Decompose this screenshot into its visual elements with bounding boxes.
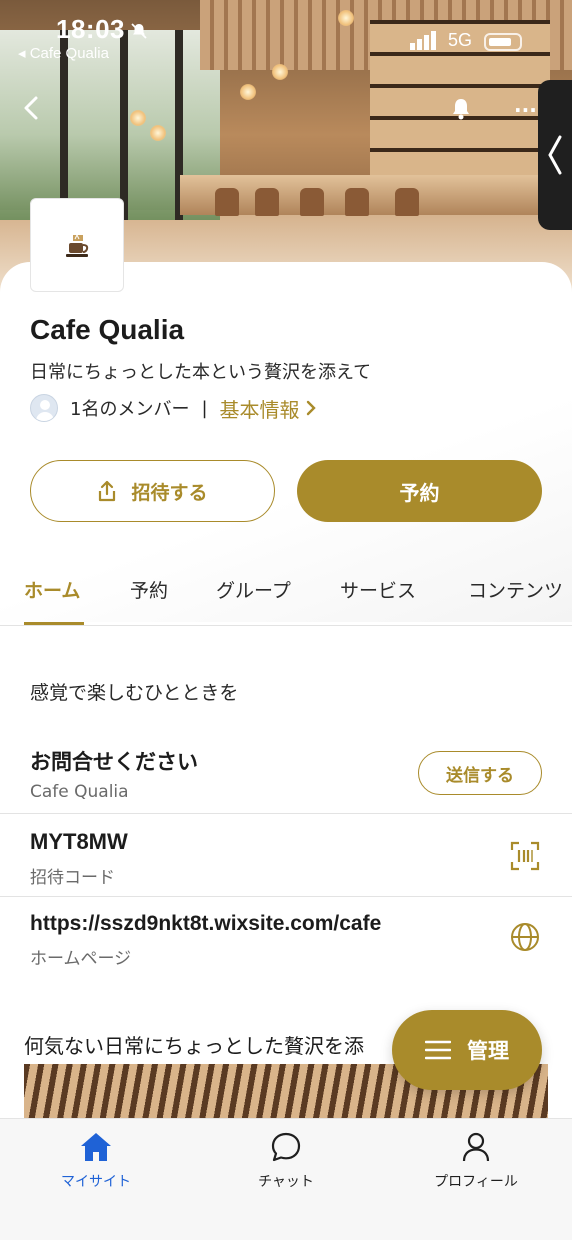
status-time: 18:03 (56, 14, 125, 44)
manage-label: 管理 (467, 1039, 509, 1063)
network-label: 5G (448, 30, 473, 50)
more-options-icon[interactable]: ··· (514, 100, 538, 120)
signal-icon (410, 31, 436, 50)
avatar (30, 394, 58, 422)
tab-contents[interactable]: コンテンツ (468, 576, 563, 603)
invite-code-label: 招待コード (30, 868, 115, 888)
nav-chat-label: チャット (258, 1174, 314, 1190)
back-arrow-icon[interactable] (18, 94, 46, 122)
send-label: 送信する (446, 765, 514, 786)
tab-services[interactable]: サービス (340, 576, 416, 603)
reserve-button[interactable]: 予約 (297, 460, 542, 522)
battery-icon (484, 33, 522, 51)
tab-home[interactable]: ホーム (24, 576, 80, 603)
nav-profile-label: プロフィール (434, 1174, 518, 1190)
member-row: 1名のメンバー | 基本情報 (30, 392, 316, 424)
homepage-label: ホームページ (30, 949, 132, 969)
basic-info-link[interactable]: 基本情報 (220, 394, 316, 423)
tab-group[interactable]: グループ (216, 576, 291, 603)
site-logo (30, 198, 124, 292)
globe-icon[interactable] (510, 922, 540, 952)
chevron-right-icon (306, 400, 316, 416)
post-heading: 何気ない日常にちょっとした贅沢を添 (24, 1034, 364, 1058)
invite-code-value: MYT8MW (30, 829, 128, 854)
reserve-label: 予約 (399, 480, 440, 505)
contact-title: お問合せください (30, 750, 198, 774)
share-icon (99, 480, 116, 502)
bottom-navigation: マイサイト チャット プロフィール (0, 1118, 572, 1240)
person-icon (462, 1132, 490, 1162)
contact-row: お問合せください Cafe Qualia 送信する (0, 730, 572, 814)
site-title: Cafe Qualia (30, 314, 185, 345)
tab-reservation[interactable]: 予約 (130, 576, 168, 603)
contact-subtitle: Cafe Qualia (30, 782, 129, 802)
bell-icon[interactable] (448, 96, 474, 122)
homepage-url[interactable]: https://sszd9nkt8t.wixsite.com/cafe (30, 912, 381, 936)
bell-off-icon (131, 23, 147, 39)
barcode-scan-icon[interactable] (510, 841, 540, 871)
site-tagline: 日常にちょっとした本という贅沢を添えて (30, 362, 372, 383)
chevron-left-icon (548, 135, 562, 175)
section-heading: 感覚で楽しむひとときを (30, 682, 239, 704)
chat-icon (271, 1132, 301, 1162)
nav-profile[interactable]: プロフィール (406, 1131, 546, 1191)
separator: | (201, 397, 208, 419)
active-tab-indicator (24, 622, 84, 625)
nav-my-site[interactable]: マイサイト (26, 1131, 166, 1191)
member-count[interactable]: 1名のメンバー (70, 395, 189, 421)
invite-label: 招待する (131, 481, 208, 504)
back-to-app-link[interactable]: ◂ Cafe Qualia (18, 44, 109, 62)
homepage-row[interactable]: https://sszd9nkt8t.wixsite.com/cafe ホームペ… (0, 898, 572, 980)
invite-button[interactable]: 招待する (30, 460, 275, 522)
home-icon (81, 1133, 111, 1161)
invite-code-row[interactable]: MYT8MW 招待コード (0, 815, 572, 897)
menu-icon (425, 1040, 451, 1060)
status-bar: 18:03 ◂ Cafe Qualia 5G (0, 0, 572, 62)
side-panel-handle[interactable] (538, 80, 572, 230)
coffee-cup-icon (66, 233, 89, 257)
nav-chat[interactable]: チャット (216, 1131, 356, 1191)
nav-my-site-label: マイサイト (61, 1174, 131, 1190)
tab-bar: ホーム 予約 グループ サービス コンテンツ (0, 560, 572, 626)
basic-info-label: 基本情報 (219, 397, 300, 422)
manage-button[interactable]: 管理 (392, 1010, 542, 1090)
send-button[interactable]: 送信する (418, 751, 542, 795)
